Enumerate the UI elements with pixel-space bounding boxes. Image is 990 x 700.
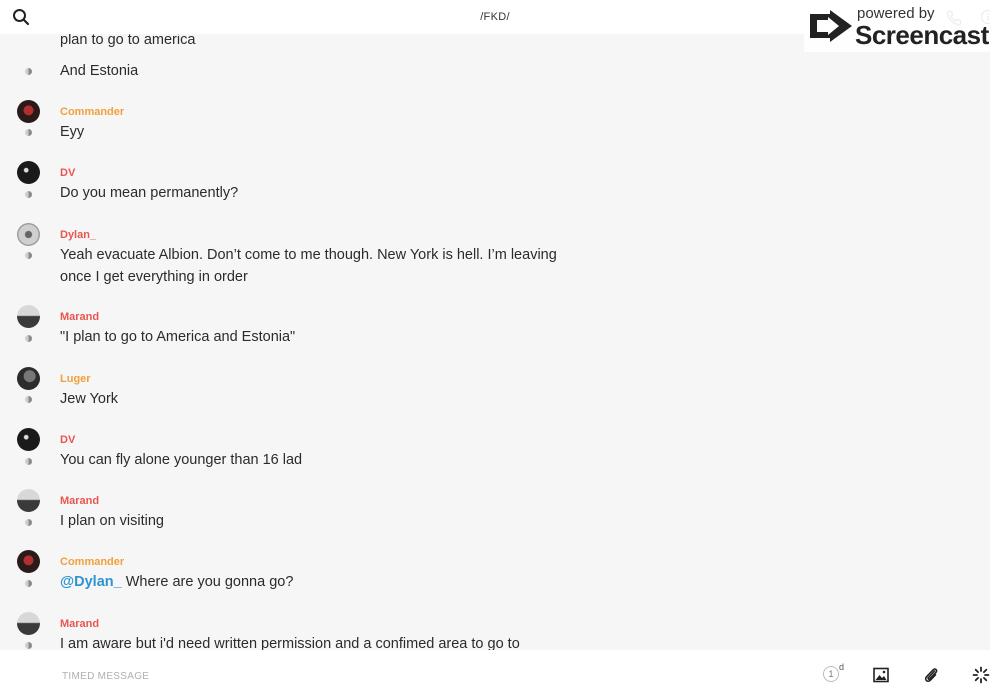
read-status-icon [25, 519, 32, 526]
message-text: And Estonia [60, 63, 139, 79]
avatar[interactable] [17, 489, 40, 512]
message-text: I plan on visiting [60, 513, 164, 529]
timer-value: 1 [823, 666, 839, 682]
avatar[interactable] [17, 428, 40, 451]
read-status-icon [25, 252, 32, 259]
read-status-icon [25, 335, 32, 342]
read-status-icon [25, 129, 32, 136]
timer-button[interactable]: 1 d [821, 662, 847, 686]
message-text: Jew York [60, 391, 119, 407]
message-text: You can fly alone younger than 16 lad [60, 452, 303, 468]
read-status-icon [25, 191, 32, 198]
avatar[interactable] [17, 367, 40, 390]
read-status-icon [25, 68, 32, 75]
message-text: Yeah evacuate Albion. Don’t come to me t… [60, 247, 557, 285]
read-status-icon [25, 458, 32, 465]
message-author[interactable]: DV [60, 167, 75, 179]
message-text: "I plan to go to America and Estonia" [60, 329, 296, 345]
message-author[interactable]: Marand [60, 618, 99, 630]
message-list[interactable]: plan to go to america And Estonia Comman… [0, 0, 990, 650]
message-author[interactable]: Dylan_ [60, 229, 96, 241]
message-author[interactable]: Luger [60, 373, 91, 385]
message-text: I am aware but i'd need written permissi… [60, 636, 520, 650]
avatar[interactable] [17, 100, 40, 123]
message-text: Eyy [60, 124, 85, 140]
avatar[interactable] [17, 161, 40, 184]
user-mention[interactable]: @Dylan_ [60, 574, 122, 590]
read-status-icon [25, 642, 32, 649]
avatar[interactable] [17, 550, 40, 573]
message-author[interactable]: Commander [60, 106, 124, 118]
message-author[interactable]: DV [60, 434, 75, 446]
loading-spinner-icon[interactable] [972, 666, 990, 684]
image-icon[interactable] [873, 667, 889, 683]
message-author[interactable]: Marand [60, 495, 99, 507]
message-input[interactable] [60, 664, 764, 688]
paperclip-icon[interactable] [923, 666, 939, 684]
read-status-icon [25, 396, 32, 403]
message-text-content: Where are you gonna go? [121, 574, 294, 590]
screencastify-logo-icon [808, 8, 854, 44]
avatar[interactable] [17, 223, 40, 246]
read-status-icon [25, 580, 32, 587]
watermark-brand: Screencastify [855, 20, 990, 50]
avatar[interactable] [17, 305, 40, 328]
message-composer: 1 d [0, 650, 990, 700]
screencastify-watermark: powered by Screencastify [804, 0, 990, 52]
message-text: @Dylan_ Where are you gonna go? [60, 572, 560, 594]
avatar[interactable] [17, 612, 40, 635]
timer-unit: d [839, 662, 845, 672]
message-text: Do you mean permanently? [60, 185, 239, 201]
message-author[interactable]: Marand [60, 311, 99, 323]
message-author[interactable]: Commander [60, 556, 124, 568]
